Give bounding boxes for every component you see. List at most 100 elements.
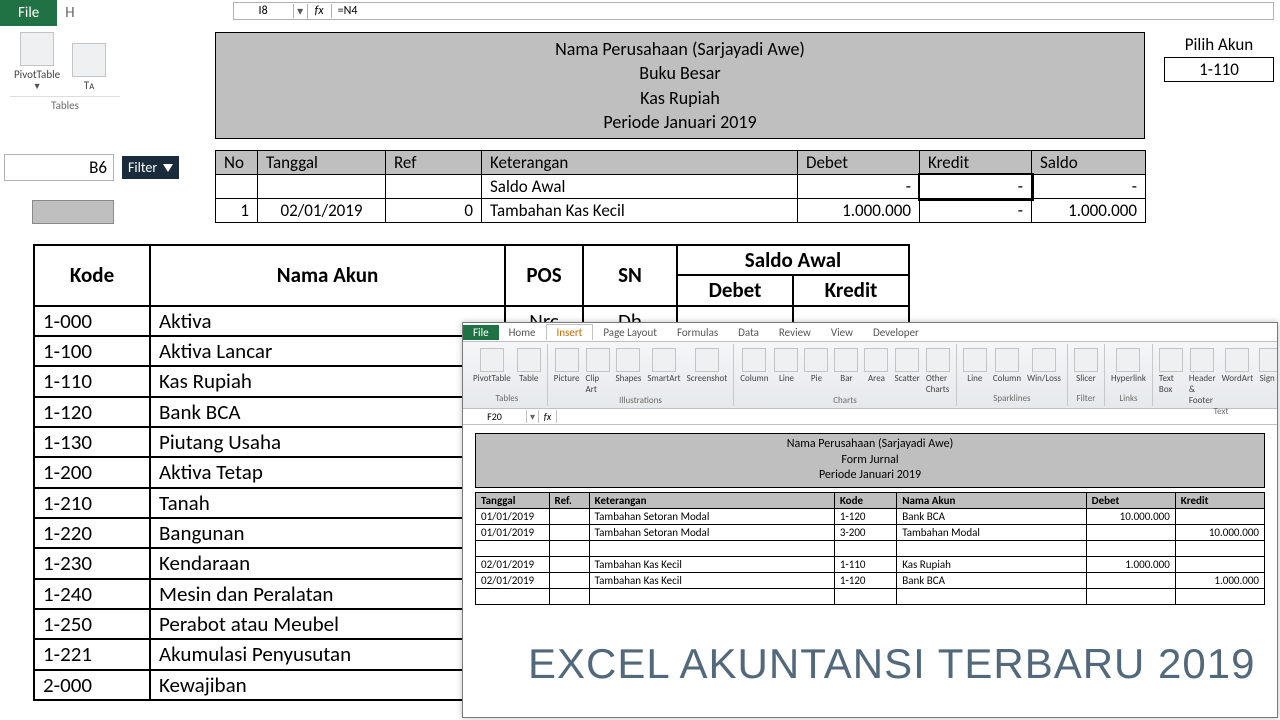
cell[interactable]: 1-120 xyxy=(834,572,896,588)
table-row[interactable]: 02/01/2019Tambahan Kas Kecil1-110Kas Rup… xyxy=(476,556,1265,572)
col-debet[interactable]: Debet xyxy=(798,151,920,175)
cell[interactable]: 1.000.000 xyxy=(1086,556,1175,572)
inset-tab-insert[interactable]: Insert xyxy=(546,324,594,340)
cell[interactable] xyxy=(589,588,834,604)
col-debet[interactable]: Debet xyxy=(677,275,793,305)
cell[interactable]: - xyxy=(1032,175,1146,199)
cell[interactable]: Tanah xyxy=(150,488,505,518)
cell[interactable]: 1-110 xyxy=(34,366,150,396)
textbox-button[interactable]: Text Box xyxy=(1159,348,1183,406)
cell[interactable]: 1-120 xyxy=(34,397,150,427)
namebox-dropdown-icon[interactable]: ▾ xyxy=(294,4,308,19)
col-keterangan[interactable]: Keterangan xyxy=(589,492,834,508)
cell[interactable]: Aktiva Tetap xyxy=(150,457,505,487)
table-row[interactable]: Saldo Awal - - - xyxy=(216,175,1146,199)
fx-icon[interactable]: fx xyxy=(539,410,557,423)
column-chart-button[interactable]: Column xyxy=(740,348,768,395)
cell[interactable]: 1-120 xyxy=(834,508,896,524)
cell[interactable] xyxy=(1086,540,1175,556)
cell[interactable] xyxy=(549,588,589,604)
cell[interactable]: 1 xyxy=(216,199,258,223)
cell[interactable]: 1.000.000 xyxy=(798,199,920,223)
cell[interactable] xyxy=(897,540,1086,556)
cell[interactable]: 02/01/2019 xyxy=(258,199,386,223)
cell[interactable] xyxy=(549,556,589,572)
cell[interactable]: 1-221 xyxy=(34,639,150,669)
cell[interactable]: 1-110 xyxy=(834,556,896,572)
chevron-down-icon[interactable]: ▾ xyxy=(527,410,539,423)
inset-tab-review[interactable]: Review xyxy=(769,325,821,340)
clipart-button[interactable]: Clip Art xyxy=(586,348,610,395)
cell[interactable]: 2-000 xyxy=(34,670,150,700)
smartart-button[interactable]: SmartArt xyxy=(647,348,680,395)
col-debet[interactable]: Debet xyxy=(1086,492,1175,508)
cell[interactable]: Tambahan Modal xyxy=(897,524,1086,540)
cell[interactable]: - xyxy=(920,199,1032,223)
formula-bar-top[interactable]: I8 ▾ fx =N4 xyxy=(233,2,1274,20)
cell[interactable] xyxy=(834,540,896,556)
cell[interactable] xyxy=(386,175,482,199)
pie-chart-button[interactable]: Pie xyxy=(804,348,828,395)
cell[interactable] xyxy=(1175,556,1264,572)
bar-chart-button[interactable]: Bar xyxy=(834,348,858,395)
col-nama-akun[interactable]: Nama Akun xyxy=(150,245,505,306)
headerfooter-button[interactable]: Header & Footer xyxy=(1189,348,1216,406)
cell[interactable] xyxy=(1086,524,1175,540)
cell[interactable] xyxy=(476,540,550,556)
cell[interactable]: 10.000.000 xyxy=(1086,508,1175,524)
inset-tab-data[interactable]: Data xyxy=(728,325,769,340)
cell[interactable]: 1.000.000 xyxy=(1175,572,1264,588)
sparkline-line-button[interactable]: Line xyxy=(963,348,987,384)
col-saldo-awal[interactable]: Saldo Awal xyxy=(677,245,909,275)
col-kode[interactable]: Kode xyxy=(834,492,896,508)
cell[interactable]: Tambahan Setoran Modal xyxy=(589,524,834,540)
table-button[interactable]: Tᴀ xyxy=(72,43,106,92)
cell[interactable]: Bank BCA xyxy=(897,508,1086,524)
cell[interactable] xyxy=(216,175,258,199)
cell[interactable]: Kas Rupiah xyxy=(897,556,1086,572)
cell[interactable] xyxy=(549,572,589,588)
cell[interactable] xyxy=(549,508,589,524)
cell[interactable] xyxy=(1175,508,1264,524)
cell[interactable] xyxy=(476,588,550,604)
cell[interactable]: 1-210 xyxy=(34,488,150,518)
cell[interactable] xyxy=(834,588,896,604)
col-kredit[interactable]: Kredit xyxy=(793,275,909,305)
cell[interactable] xyxy=(1175,588,1264,604)
cell[interactable]: - xyxy=(920,175,1032,199)
fx-icon[interactable]: fx xyxy=(308,4,332,18)
hyperlink-button[interactable]: Hyperlink xyxy=(1111,348,1146,384)
scatter-chart-button[interactable]: Scatter xyxy=(894,348,919,395)
col-tanggal[interactable]: Tanggal xyxy=(258,151,386,175)
cell[interactable]: 1-220 xyxy=(34,518,150,548)
tab-cut[interactable]: H xyxy=(57,0,82,26)
cell[interactable]: - xyxy=(798,175,920,199)
formula-input-top[interactable]: =N4 xyxy=(332,4,1273,18)
cell[interactable] xyxy=(1086,572,1175,588)
cell[interactable]: 1-100 xyxy=(34,336,150,366)
cell[interactable]: 02/01/2019 xyxy=(476,572,550,588)
col-ref[interactable]: Ref xyxy=(386,151,482,175)
col-sn[interactable]: SN xyxy=(583,245,677,306)
filter-chip[interactable]: Filter xyxy=(122,156,179,179)
cell[interactable]: Piutang Usaha xyxy=(150,427,505,457)
cell[interactable]: Akumulasi Penyusutan xyxy=(150,639,505,669)
cell[interactable] xyxy=(1086,588,1175,604)
cell[interactable] xyxy=(549,524,589,540)
cell[interactable]: Aktiva xyxy=(150,306,505,336)
col-pos[interactable]: POS xyxy=(505,245,583,306)
area-chart-button[interactable]: Area xyxy=(864,348,888,395)
cell[interactable]: 1-250 xyxy=(34,609,150,639)
table-button[interactable]: Table xyxy=(517,348,541,384)
cell[interactable]: Saldo Awal xyxy=(482,175,798,199)
cell[interactable] xyxy=(897,588,1086,604)
table-row[interactable]: 01/01/2019Tambahan Setoran Modal3-200Tam… xyxy=(476,524,1265,540)
cell[interactable] xyxy=(258,175,386,199)
sparkline-column-button[interactable]: Column xyxy=(993,348,1021,384)
table-row[interactable]: 1 02/01/2019 0 Tambahan Kas Kecil 1.000.… xyxy=(216,199,1146,223)
col-keterangan[interactable]: Keterangan xyxy=(482,151,798,175)
cell[interactable]: Bank BCA xyxy=(150,397,505,427)
table-row[interactable]: 01/01/2019Tambahan Setoran Modal1-120Ban… xyxy=(476,508,1265,524)
col-nama-akun[interactable]: Nama Akun xyxy=(897,492,1086,508)
cell[interactable]: 1-000 xyxy=(34,306,150,336)
